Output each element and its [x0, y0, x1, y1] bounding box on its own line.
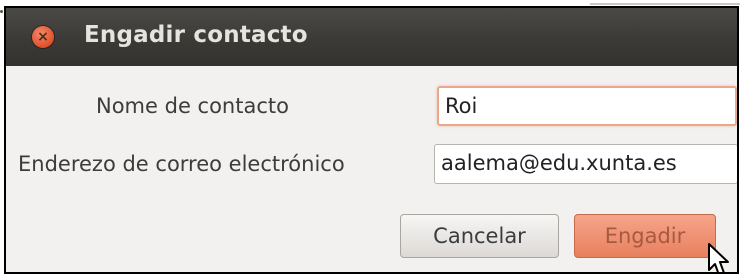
dialog-titlebar: × Engadir contacto [6, 8, 737, 66]
close-icon[interactable]: × [32, 26, 54, 48]
add-contact-dialog: × Engadir contacto Nome de contacto Roi … [4, 6, 739, 274]
mouse-pointer-icon [708, 243, 729, 272]
stray-dot [0, 10, 3, 13]
stray-line [590, 3, 740, 5]
cancel-button[interactable]: Cancelar [400, 214, 559, 258]
contact-name-input[interactable]: Roi [437, 86, 737, 126]
dialog-title: Engadir contacto [84, 22, 308, 48]
email-address-input[interactable]: aalema@edu.xunta.es [434, 144, 737, 184]
add-button[interactable]: Engadir [574, 214, 716, 258]
contact-name-label: Nome de contacto [96, 94, 289, 118]
email-address-label: Enderezo de correo electrónico [18, 152, 345, 176]
